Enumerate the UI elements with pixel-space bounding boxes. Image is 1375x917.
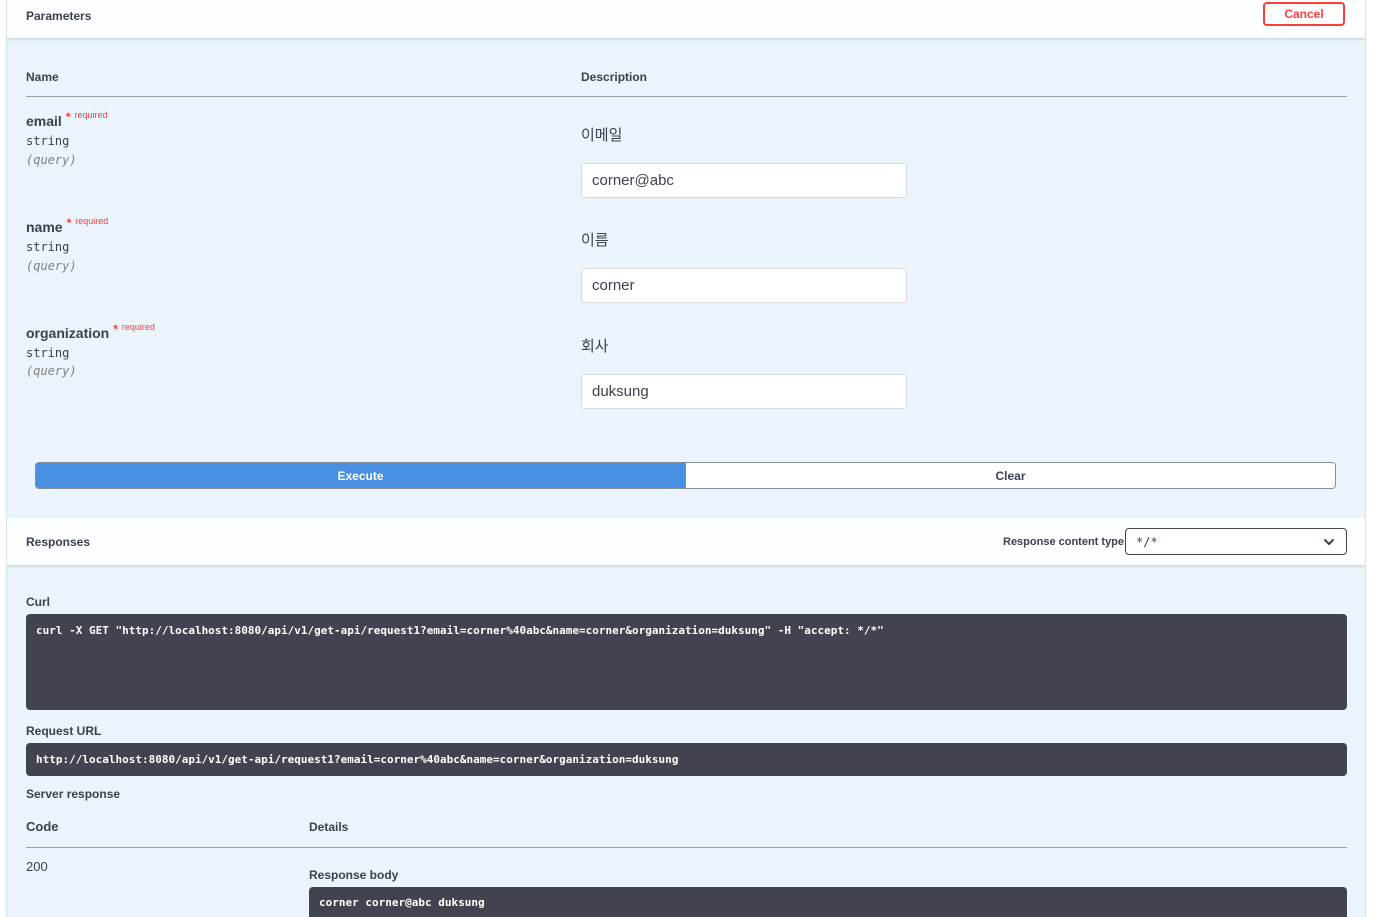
curl-label: Curl <box>26 595 50 609</box>
param-type-name: string <box>26 240 70 254</box>
response-status-code: 200 <box>26 859 48 874</box>
request-url-label: Request URL <box>26 724 102 738</box>
request-url[interactable]: http://localhost:8080/api/v1/get-api/req… <box>26 743 1347 776</box>
try-it-out-panel: Parameters Cancel Name Description email… <box>6 0 1366 917</box>
column-header-description: Description <box>581 70 648 84</box>
response-content-type-label: Response content type <box>1003 536 1125 548</box>
column-header-code: Code <box>26 819 59 834</box>
param-in-organization: (query) <box>26 364 77 378</box>
header-divider <box>26 96 1347 97</box>
param-name-label: organization <box>26 325 110 341</box>
param-in-email: (query) <box>26 153 77 167</box>
parameters-header: Parameters Cancel <box>7 0 1365 39</box>
select-value: */* <box>1136 534 1158 549</box>
param-description-name: 이름 <box>581 232 609 249</box>
name-input[interactable] <box>581 268 907 303</box>
param-name-organization: organization * required <box>26 322 155 341</box>
response-content-type-select[interactable]: */* <box>1125 528 1347 555</box>
column-header-details: Details <box>309 820 349 834</box>
email-input[interactable] <box>581 163 907 198</box>
param-name-name: name * required <box>26 216 108 235</box>
required-star: * <box>65 110 71 124</box>
parameters-title: Parameters <box>26 9 92 23</box>
execute-button[interactable]: Execute <box>36 463 686 488</box>
param-type-organization: string <box>26 346 70 360</box>
required-star: * <box>113 322 118 336</box>
required-star: * <box>66 216 72 230</box>
param-description-organization: 회사 <box>581 338 609 355</box>
responses-title: Responses <box>26 535 91 549</box>
response-table-divider <box>26 847 1347 848</box>
param-name-label: name <box>26 219 63 235</box>
param-type-email: string <box>26 134 70 148</box>
curl-command[interactable]: curl -X GET "http://localhost:8080/api/v… <box>26 614 1347 710</box>
param-in-name: (query) <box>26 259 77 273</box>
required-label: required <box>121 322 155 332</box>
cancel-button[interactable]: Cancel <box>1263 2 1345 26</box>
organization-input[interactable] <box>581 374 907 409</box>
param-name-label: email <box>26 113 62 129</box>
param-description-email: 이메일 <box>581 127 623 144</box>
response-body[interactable]: corner corner@abc duksung <box>309 887 1347 917</box>
param-name-email: email * required <box>26 110 108 129</box>
required-label: required <box>75 216 109 226</box>
server-response-label: Server response <box>26 787 121 801</box>
execute-clear-group: Execute Clear <box>35 462 1336 489</box>
chevron-down-icon <box>1324 538 1334 545</box>
response-body-label: Response body <box>309 868 399 882</box>
required-label: required <box>74 110 108 120</box>
clear-button[interactable]: Clear <box>686 463 1335 488</box>
column-header-name: Name <box>26 70 59 84</box>
